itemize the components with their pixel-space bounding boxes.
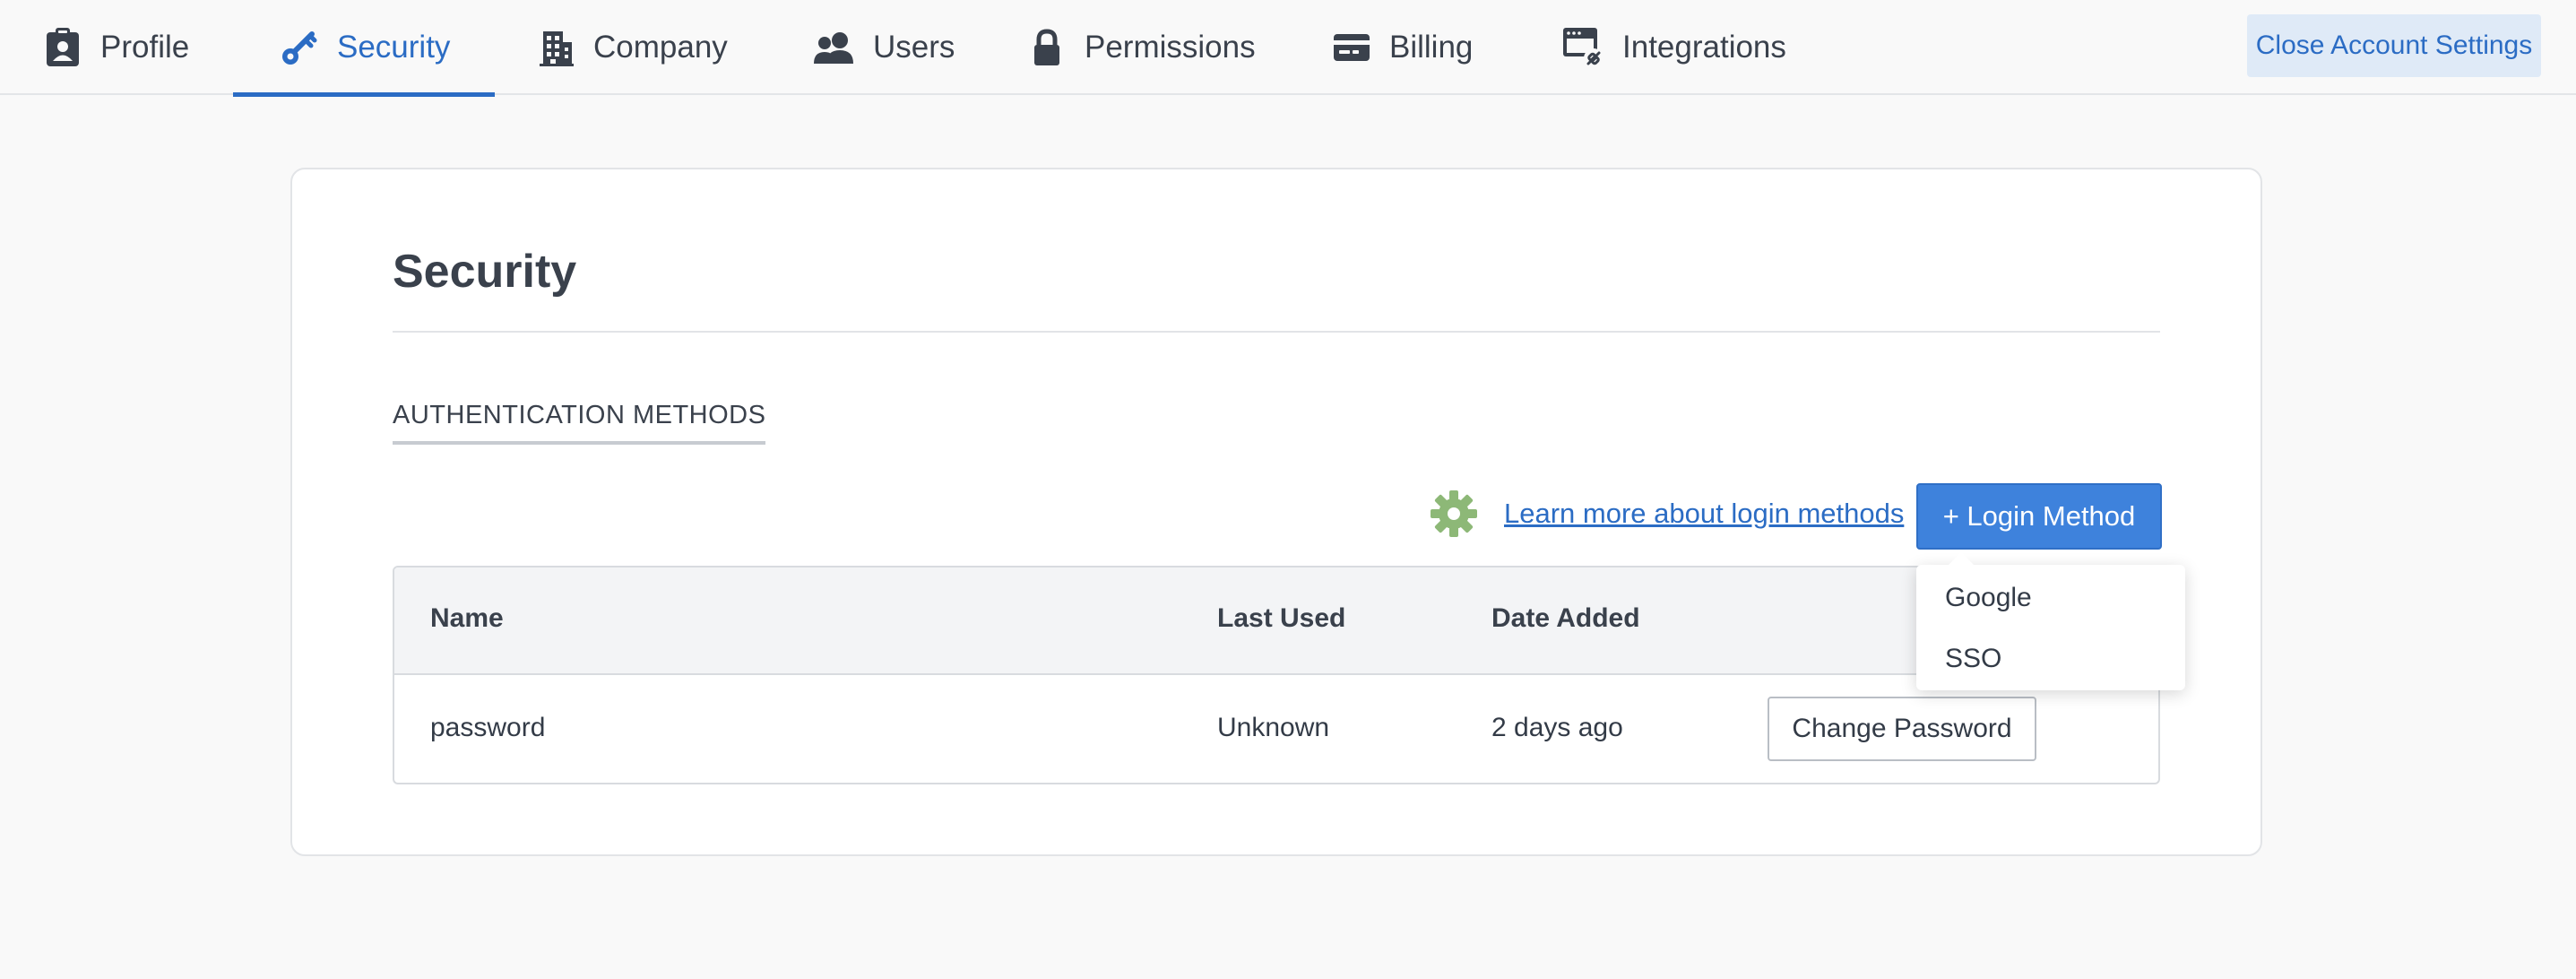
- tab-billing[interactable]: Billing: [1332, 0, 1473, 95]
- tab-profile[interactable]: Profile: [43, 0, 189, 95]
- column-header-last-used: Last Used: [1217, 603, 1346, 633]
- tab-label: Company: [593, 30, 728, 65]
- page-title: Security: [393, 246, 577, 298]
- tab-security[interactable]: Security: [232, 0, 496, 97]
- tab-label: Security: [337, 30, 451, 65]
- cell-name: password: [430, 713, 546, 742]
- lock-icon: [1027, 28, 1067, 67]
- change-password-button[interactable]: Change Password: [1768, 697, 2036, 761]
- column-header-name: Name: [430, 603, 504, 633]
- users-icon: [812, 28, 855, 67]
- divider: [393, 331, 2160, 333]
- menu-item-sso[interactable]: SSO: [1945, 644, 2001, 674]
- cell-date-added: 2 days ago: [1491, 713, 1623, 742]
- building-icon: [536, 28, 575, 67]
- learn-more-login-methods-link[interactable]: Learn more about login methods: [1504, 498, 1904, 530]
- close-account-settings-button[interactable]: Close Account Settings: [2247, 14, 2541, 77]
- settings-nav: Profile Security Company Users Permissio…: [0, 0, 2576, 97]
- credit-card-icon: [1332, 28, 1371, 67]
- add-login-method-button[interactable]: + Login Method: [1916, 483, 2162, 550]
- tab-integrations[interactable]: Integrations: [1561, 0, 1786, 95]
- tab-company[interactable]: Company: [536, 0, 728, 95]
- tab-label: Permissions: [1085, 30, 1256, 65]
- tab-label: Users: [873, 30, 955, 65]
- table-header: Name Last Used Date Added: [394, 567, 2158, 675]
- security-card: Security AUTHENTICATION METHODS Learn mo…: [290, 168, 2262, 856]
- login-method-dropdown: Google SSO: [1916, 552, 2185, 690]
- integration-window-icon: [1561, 28, 1604, 68]
- tab-label: Billing: [1389, 30, 1474, 65]
- menu-item-google[interactable]: Google: [1945, 583, 2032, 613]
- section-label-authentication-methods: AUTHENTICATION METHODS: [393, 401, 766, 445]
- tab-permissions[interactable]: Permissions: [1027, 0, 1256, 95]
- column-header-date-added: Date Added: [1491, 603, 1640, 633]
- cell-last-used: Unknown: [1217, 713, 1330, 742]
- auth-methods-table: Name Last Used Date Added password Unkno…: [393, 566, 2160, 784]
- key-icon: [280, 28, 319, 67]
- tab-label: Profile: [100, 30, 190, 65]
- gear-icon: [1429, 489, 1479, 539]
- clipboard-user-icon: [43, 28, 82, 67]
- tab-label: Integrations: [1622, 30, 1786, 65]
- tab-users[interactable]: Users: [812, 0, 955, 95]
- table-row: password Unknown 2 days ago Change Passw…: [394, 675, 2158, 783]
